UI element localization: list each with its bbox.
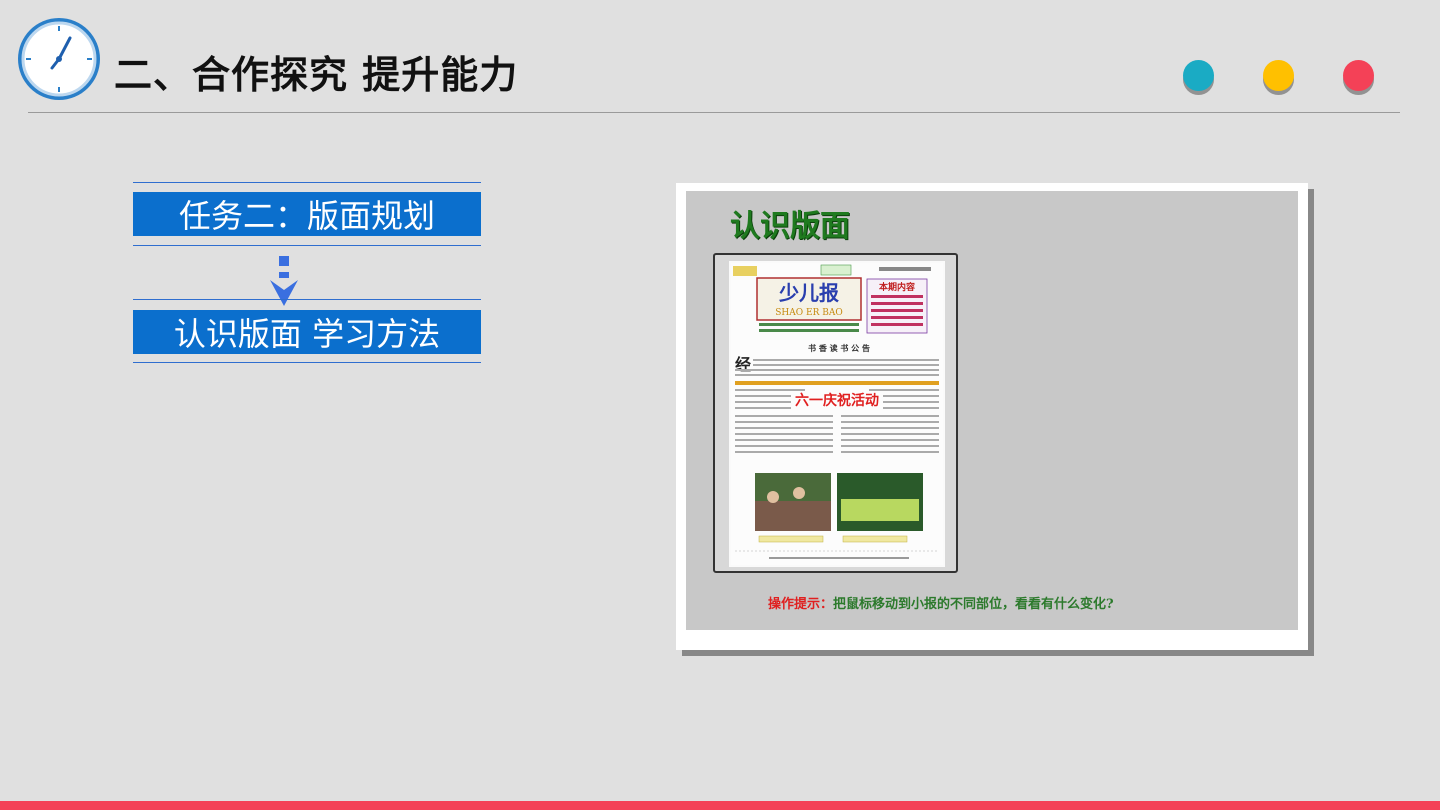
- task-box-learn-layout[interactable]: 认识版面 学习方法: [133, 299, 481, 363]
- screenshot-title: 认识版面: [730, 209, 850, 244]
- newspaper-page[interactable]: 少儿报 SHAO ER BAO 本期内容 书 香 读 书 公 告 经 六一庆祝活…: [729, 261, 945, 567]
- page-title: 二、合作探究 提升能力: [114, 53, 519, 97]
- contents-title: 本期内容: [879, 281, 915, 293]
- bottom-accent-bar: [0, 801, 1440, 810]
- embedded-screenshot: 认识版面 少儿报 SHAO ER BAO 本期内容 书 香 读 书 公 告 经 …: [676, 183, 1308, 650]
- screenshot-panel: 认识版面 少儿报 SHAO ER BAO 本期内容 书 香 读 书 公 告 经 …: [686, 191, 1298, 630]
- decor-dot-red: [1343, 60, 1374, 91]
- decor-dot-teal: [1183, 60, 1214, 91]
- task-label: 认识版面 学习方法: [133, 310, 481, 354]
- header-divider: [28, 112, 1400, 113]
- newspaper-layout: 少儿报 SHAO ER BAO 本期内容 书 香 读 书 公 告 经 六一庆祝活…: [731, 263, 943, 565]
- hint-text: 把鼠标移动到小报的不同部位，看看有什么变化?: [833, 597, 1114, 612]
- hint-prefix: 操作提示：: [768, 597, 834, 612]
- operation-hint: 操作提示：把鼠标移动到小报的不同部位，看看有什么变化?: [768, 593, 1114, 612]
- newspaper-frame[interactable]: 少儿报 SHAO ER BAO 本期内容 书 香 读 书 公 告 经 六一庆祝活…: [713, 253, 958, 573]
- task-label: 任务二：版面规划: [133, 192, 481, 236]
- newspaper-name: 少儿报: [778, 281, 839, 305]
- headline: 六一庆祝活动: [795, 392, 879, 409]
- first-char: 经: [735, 355, 751, 374]
- clock-icon: [18, 18, 100, 100]
- section-title: 书 香 读 书 公 告: [808, 343, 870, 353]
- slide-header: 二、合作探究 提升能力: [0, 0, 1440, 114]
- decor-dot-yellow: [1263, 60, 1294, 91]
- task-box-layout-planning[interactable]: 任务二：版面规划: [133, 182, 481, 246]
- newspaper-pinyin: SHAO ER BAO: [775, 308, 842, 318]
